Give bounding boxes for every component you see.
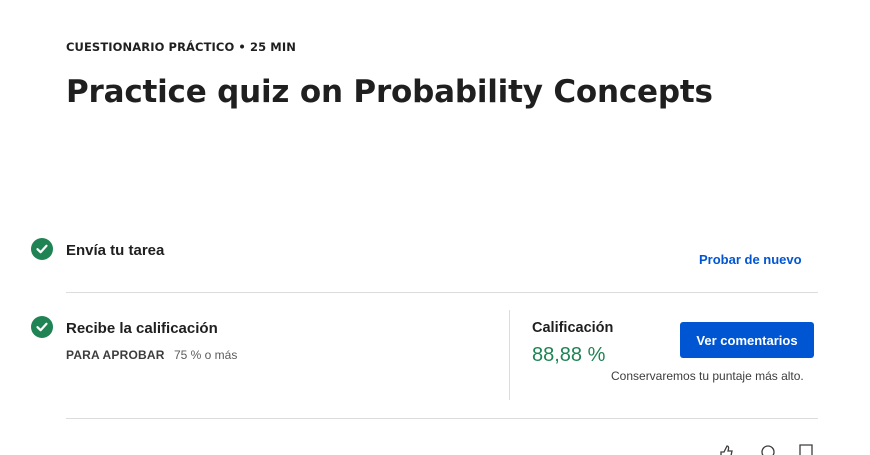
bottom-icons [718,444,818,455]
vertical-divider [509,310,510,400]
highest-score-note: Conservaremos tu puntaje más alto. [611,369,804,383]
view-feedback-button[interactable]: Ver comentarios [680,322,814,358]
dislike-icon[interactable] [760,444,776,455]
pass-requirement-key: PARA APROBAR [66,348,165,362]
retry-button[interactable]: Probar de nuevo [699,252,802,267]
page-eyebrow: CUESTIONARIO PRÁCTICO • 25 MIN [66,40,296,54]
flag-icon[interactable] [798,444,814,455]
page-title: Practice quiz on Probability Concepts [66,74,713,110]
grade-step-label: Recibe la calificación [66,320,218,337]
grade-label: Calificación [532,320,614,336]
like-icon[interactable] [718,444,734,455]
submit-step-label: Envía tu tarea [66,242,165,259]
divider [66,418,818,419]
grade-step-check-icon [31,316,53,338]
submit-step-check-icon [31,238,53,260]
pass-requirement: PARA APROBAR 75 % o más [66,348,237,362]
grade-value: 88,88 % [532,344,606,366]
pass-requirement-value: 75 % o más [173,348,238,362]
divider [66,292,818,293]
